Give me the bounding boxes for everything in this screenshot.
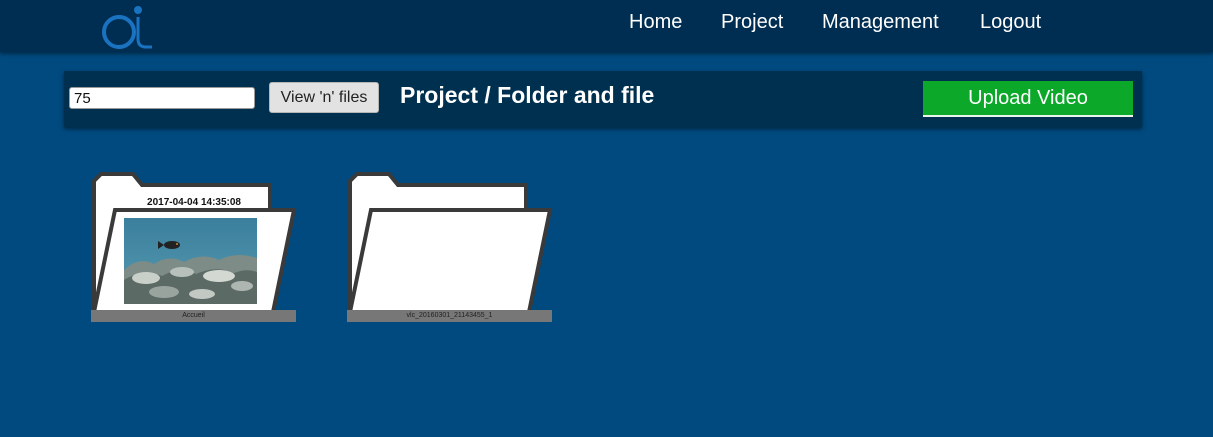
project-toolbar: View 'n' files Project / Folder and file… bbox=[64, 71, 1142, 127]
folder-item[interactable]: vlc_20160301_21143455_1 bbox=[347, 171, 557, 326]
folder-icon bbox=[347, 172, 553, 314]
upload-video-button[interactable]: Upload Video bbox=[923, 81, 1133, 117]
nav-management-link[interactable]: Management bbox=[822, 11, 939, 34]
folder-label: Accueil bbox=[91, 310, 296, 322]
folder-date: 2017-04-04 14:35:08 bbox=[147, 197, 241, 208]
nav-home-link[interactable]: Home bbox=[629, 11, 682, 34]
folder-item[interactable]: 2017-04-04 14:35:08 Accueil bbox=[91, 171, 301, 326]
folder-label: vlc_20160301_21143455_1 bbox=[347, 310, 552, 322]
view-n-files-button[interactable]: View 'n' files bbox=[269, 82, 379, 113]
file-count-input[interactable] bbox=[69, 87, 255, 109]
nav-project-link[interactable]: Project bbox=[721, 11, 783, 34]
nav-logout-link[interactable]: Logout bbox=[980, 11, 1041, 34]
page-title: Project / Folder and file bbox=[400, 82, 655, 108]
folder-thumbnail bbox=[124, 218, 257, 304]
top-navbar: Home Project Management Logout bbox=[0, 0, 1213, 52]
ai-logo-icon[interactable] bbox=[100, 2, 158, 50]
